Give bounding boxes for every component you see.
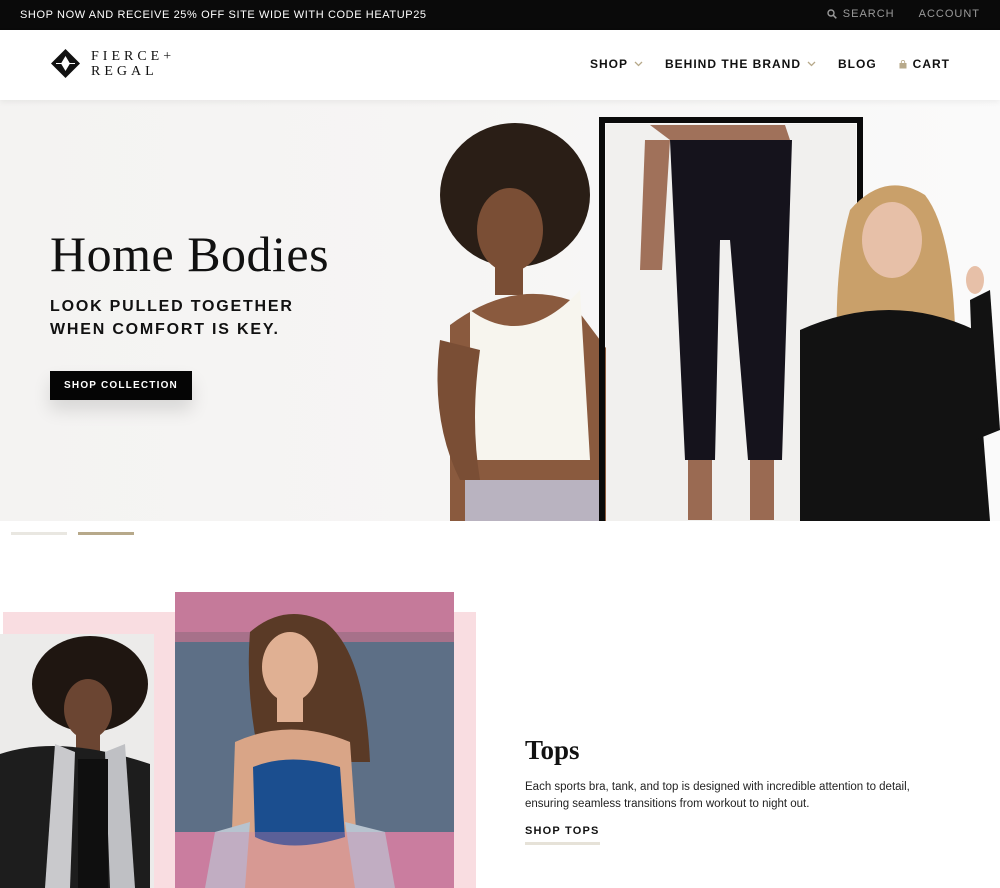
nav-shop-label: SHOP (589, 57, 628, 71)
hero-models-image (437, 117, 1000, 521)
tops-photo-right (175, 592, 454, 888)
nav-blog[interactable]: BLOG (838, 57, 877, 71)
logo[interactable]: FIERCE+ REGAL (50, 48, 175, 79)
nav-blog-label: BLOG (838, 57, 877, 71)
account-link[interactable]: ACCOUNT (919, 8, 980, 20)
tops-description: Each sports bra, tank, and top is design… (525, 781, 910, 810)
nav-cart-label: CART (912, 57, 950, 71)
slider-indicator-1[interactable] (11, 532, 67, 535)
promo-text: SHOP NOW AND RECEIVE 25% OFF SITE WIDE W… (20, 9, 427, 21)
model-blue-top-image (175, 592, 454, 888)
announcement-bar: SHOP NOW AND RECEIVE 25% OFF SITE WIDE W… (0, 0, 1000, 30)
hero-subtitle-line-2: WHEN COMFORT IS KEY. (50, 321, 280, 338)
hero-title: Home Bodies (50, 226, 330, 282)
tops-title: Tops (525, 735, 580, 765)
logo-wordmark: FIERCE+ REGAL (91, 49, 175, 79)
shopping-bag-icon (899, 59, 907, 68)
utility-links: SEARCH ACCOUNT (827, 8, 980, 20)
search-icon (827, 9, 837, 19)
nav-cart[interactable]: CART (899, 57, 950, 71)
logo-mark-icon (51, 49, 80, 78)
hero-banner: Home Bodies LOOK PULLED TOGETHER WHEN CO… (0, 100, 1000, 521)
nav-shop[interactable]: SHOP (590, 57, 643, 71)
nav-behind-the-brand[interactable]: BEHIND THE BRAND (665, 57, 816, 71)
tops-photo-left (0, 634, 154, 888)
hero-subtitle: LOOK PULLED TOGETHER WHEN COMFORT IS KEY… (50, 295, 350, 341)
chevron-down-icon (807, 61, 816, 67)
model-white-top (437, 123, 615, 521)
search-label: SEARCH (842, 8, 895, 20)
model-silver-jacket-image (0, 634, 154, 888)
shop-tops-link[interactable]: SHOP TOPS (525, 825, 600, 845)
nav-behind-the-brand-label: BEHIND THE BRAND (665, 57, 801, 71)
shop-collection-button[interactable]: SHOP COLLECTION (50, 371, 192, 400)
site-header: FIERCE+ REGAL SHOP BEHIND THE BRAND BLOG… (0, 30, 1000, 100)
logo-line-1: FIERCE+ (91, 48, 176, 64)
slider-indicator-2[interactable] (78, 532, 134, 535)
logo-line-2: REGAL (91, 63, 158, 79)
search-link[interactable]: SEARCH (827, 8, 895, 20)
main-nav: SHOP BEHIND THE BRAND BLOG CART (590, 57, 950, 71)
hero-subtitle-line-1: LOOK PULLED TOGETHER (50, 298, 294, 315)
chevron-down-icon (634, 61, 643, 67)
